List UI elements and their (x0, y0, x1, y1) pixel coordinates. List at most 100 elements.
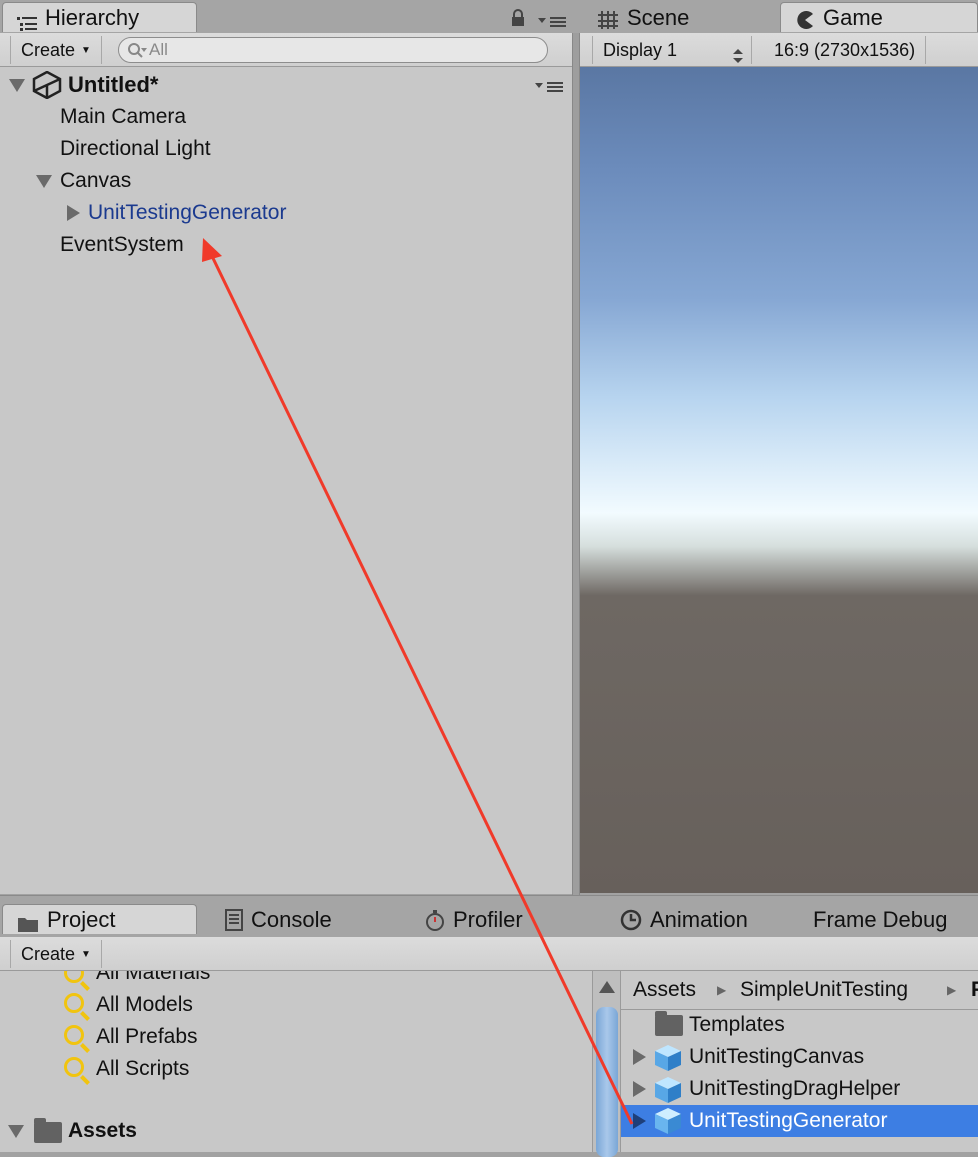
tab-project-label: Project (47, 906, 116, 932)
favorite-label: All Materials (96, 971, 211, 984)
tab-game-label: Game (823, 4, 883, 30)
breadcrumb-item[interactable]: SimpleUnitTesting (740, 973, 908, 1007)
favorite-label: All Models (96, 993, 193, 1016)
panel-menu-icon[interactable] (538, 14, 568, 28)
tab-profiler-label: Profiler (453, 906, 523, 932)
file-label: UnitTestingDragHelper (689, 1077, 901, 1100)
hierarchy-search-input[interactable]: All (118, 37, 548, 63)
project-scrollbar[interactable] (592, 971, 620, 1157)
project-create-label: Create (21, 944, 76, 964)
breadcrumb-separator-icon: ▶ (717, 983, 727, 997)
search-icon (64, 1025, 84, 1045)
project-toolbar (0, 937, 978, 971)
hierarchy-item-canvas[interactable]: Canvas (60, 166, 131, 196)
updown-icon (733, 43, 743, 63)
tab-frame-debug-label: Frame Debug (813, 906, 948, 932)
search-icon (127, 41, 147, 59)
prefab-cube-icon (655, 1045, 681, 1071)
scene-menu-icon[interactable] (535, 79, 565, 93)
hierarchy-item-label: EventSystem (60, 233, 184, 256)
game-view[interactable] (580, 67, 978, 893)
scroll-up-icon[interactable] (599, 981, 615, 993)
project-create-button[interactable]: Create ▼ (10, 940, 102, 968)
favorite-label: All Prefabs (96, 1025, 198, 1048)
hierarchy-create-button[interactable]: Create ▼ (10, 36, 102, 64)
lock-icon[interactable] (510, 9, 526, 27)
tab-game[interactable]: Game (780, 2, 978, 32)
hierarchy-item-main-camera[interactable]: Main Camera (60, 102, 186, 132)
tab-frame-debug[interactable]: Frame Debug (798, 904, 978, 934)
search-icon (64, 971, 84, 983)
tab-hierarchy-label: Hierarchy (45, 4, 140, 30)
aspect-select-label: 16:9 (2730x1536) (774, 40, 916, 60)
assets-fold-arrow-icon[interactable] (8, 1125, 24, 1138)
breadcrumb-item[interactable]: P (971, 973, 978, 1007)
assets-label: Assets (68, 1119, 137, 1142)
expand-arrow-icon[interactable] (633, 1049, 646, 1065)
aspect-select[interactable]: 16:9 (2730x1536) (764, 36, 927, 64)
project-file-list: Assets ▶ SimpleUnitTesting ▶ P Templates… (620, 971, 978, 1152)
list-icon (17, 10, 37, 31)
tab-animation-label: Animation (650, 906, 748, 932)
pacman-icon (795, 8, 815, 29)
breadcrumb-separator-icon: ▶ (947, 983, 957, 997)
search-icon (64, 1057, 84, 1077)
stopwatch-icon (425, 909, 445, 931)
panel-splitter[interactable] (572, 33, 580, 895)
file-unit-testing-canvas[interactable]: UnitTestingCanvas (689, 1041, 864, 1073)
display-select[interactable]: Display 1 (592, 36, 752, 64)
favorite-all-scripts[interactable]: All Scripts (96, 1053, 189, 1085)
hierarchy-item-label: Directional Light (60, 137, 211, 160)
hierarchy-create-label: Create (21, 40, 76, 60)
unity-logo-icon (32, 70, 62, 100)
search-icon (64, 993, 84, 1013)
favorite-all-materials[interactable]: All Materials (96, 971, 210, 989)
breadcrumb-divider (621, 1009, 978, 1010)
hierarchy-search-placeholder: All (149, 40, 168, 59)
tab-hierarchy[interactable]: Hierarchy (2, 2, 197, 32)
scrollbar-thumb[interactable] (596, 1007, 618, 1157)
hierarchy-item-event-system[interactable]: EventSystem (60, 230, 184, 260)
hierarchy-item-label: UnitTestingGenerator (88, 201, 287, 224)
generator-fold-arrow-icon[interactable] (67, 205, 80, 221)
prefab-cube-icon (655, 1108, 681, 1134)
favorite-all-prefabs[interactable]: All Prefabs (96, 1021, 198, 1053)
folder-icon (655, 1011, 683, 1036)
assets-root[interactable]: Assets (68, 1115, 137, 1147)
file-templates[interactable]: Templates (689, 1009, 785, 1041)
scene-row[interactable]: Untitled* (0, 70, 572, 100)
grid-icon (597, 8, 619, 29)
console-icon (225, 908, 243, 931)
scene-name: Untitled* (68, 72, 159, 97)
tab-scene[interactable]: Scene (590, 2, 775, 32)
tab-scene-label: Scene (627, 4, 690, 30)
folder-icon (17, 911, 39, 932)
hierarchy-item-label: Canvas (60, 169, 132, 192)
prefab-cube-icon (655, 1077, 681, 1103)
expand-arrow-icon[interactable] (633, 1081, 646, 1097)
file-unit-testing-generator[interactable]: UnitTestingGenerator (621, 1105, 978, 1137)
file-label: UnitTestingGenerator (689, 1109, 888, 1132)
file-label: Templates (689, 1013, 785, 1036)
tab-profiler[interactable]: Profiler (410, 904, 600, 934)
file-label: UnitTestingCanvas (689, 1045, 865, 1068)
canvas-fold-arrow-icon[interactable] (36, 175, 52, 188)
project-folder-tree: All Materials All Models All Prefabs All… (0, 971, 592, 1152)
dropdown-caret-icon: ▼ (81, 45, 91, 56)
favorite-all-models[interactable]: All Models (96, 989, 193, 1021)
display-select-label: Display 1 (603, 40, 678, 60)
breadcrumb-item[interactable]: Assets (633, 973, 696, 1007)
breadcrumb: Assets ▶ SimpleUnitTesting ▶ P (621, 973, 978, 1007)
favorite-label: All Scripts (96, 1057, 190, 1080)
tab-animation[interactable]: Animation (605, 904, 795, 934)
tab-console[interactable]: Console (210, 904, 400, 934)
hierarchy-item-unit-testing-generator[interactable]: UnitTestingGenerator (88, 198, 286, 228)
scene-fold-arrow-icon[interactable] (9, 79, 25, 92)
tab-console-label: Console (251, 906, 332, 932)
clock-icon (620, 909, 642, 931)
file-unit-testing-drag-helper[interactable]: UnitTestingDragHelper (689, 1073, 900, 1105)
expand-arrow-icon[interactable] (633, 1113, 646, 1129)
tab-project[interactable]: Project (2, 904, 197, 934)
hierarchy-item-directional-light[interactable]: Directional Light (60, 134, 211, 164)
folder-icon (34, 1118, 62, 1143)
